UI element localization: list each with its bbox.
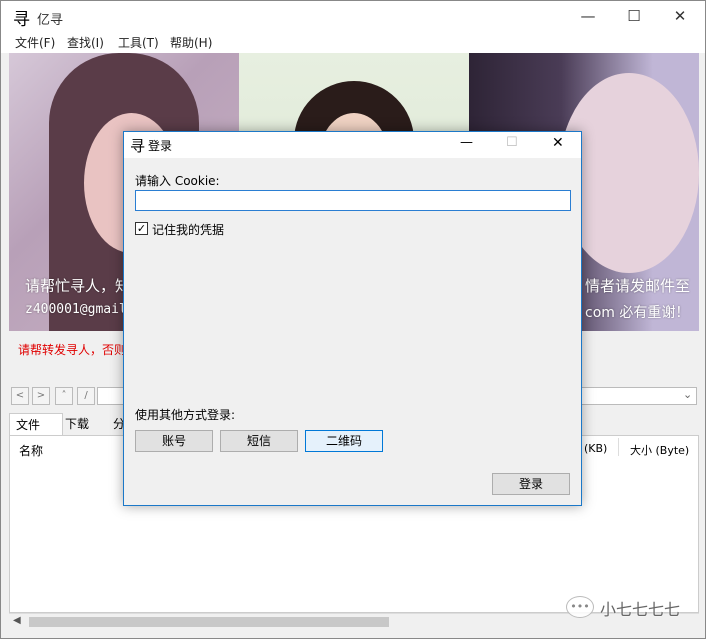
other-methods-label: 使用其他方式登录:: [135, 408, 236, 422]
dialog-title: 登录: [148, 139, 173, 153]
qrcode-login-button[interactable]: 二维码: [305, 430, 383, 452]
dialog-logo-icon: 寻: [130, 137, 146, 155]
dialog-minimize-button[interactable]: —: [460, 135, 473, 150]
dialog-title-bar: 寻 登录 — ☐ ✕: [124, 132, 581, 158]
login-dialog: 寻 登录 — ☐ ✕ 请输入 Cookie: ✓ 记住我的凭据 使用其他方式登录…: [123, 131, 582, 506]
watermark-text: 小七七七七: [600, 600, 681, 619]
remember-label[interactable]: 记住我的凭据: [152, 221, 224, 238]
dialog-close-button[interactable]: ✕: [552, 135, 564, 151]
wechat-icon: •••: [566, 596, 594, 618]
cookie-label: 请输入 Cookie:: [135, 174, 220, 188]
sms-login-button[interactable]: 短信: [220, 430, 298, 452]
remember-checkbox[interactable]: ✓: [135, 222, 148, 235]
login-button[interactable]: 登录: [492, 473, 570, 495]
dialog-maximize-button[interactable]: ☐: [506, 135, 518, 150]
cookie-input[interactable]: [135, 190, 571, 211]
account-login-button[interactable]: 账号: [135, 430, 213, 452]
